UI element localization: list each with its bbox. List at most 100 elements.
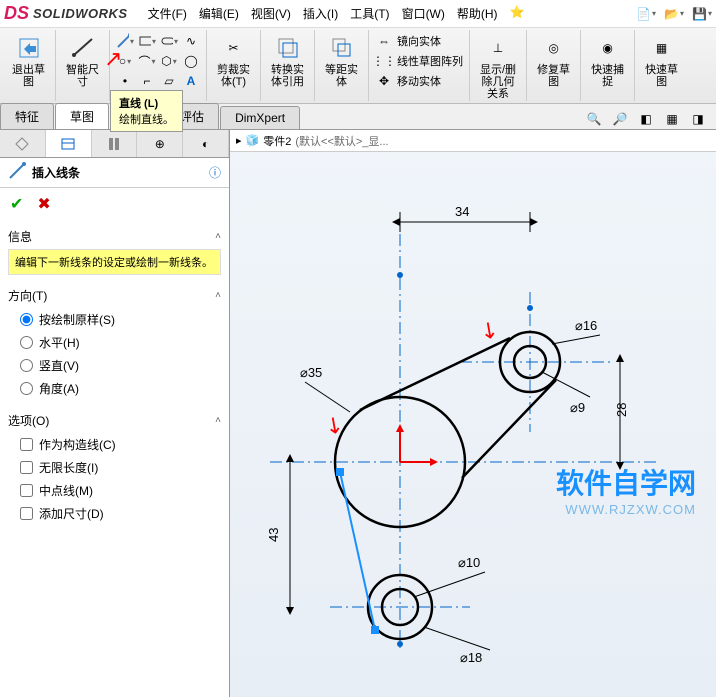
menu-star-icon[interactable]: ⭐: [506, 3, 529, 24]
panel-tab-property[interactable]: [46, 130, 92, 157]
zoom-icon[interactable]: 🔎: [610, 109, 630, 129]
arc-icon[interactable]: ⌒▾: [138, 52, 156, 70]
menu-file[interactable]: 文件(F): [144, 3, 191, 24]
point-icon[interactable]: •: [116, 72, 134, 90]
display-icon[interactable]: ▦: [662, 109, 682, 129]
help-icon[interactable]: ⓘ: [209, 164, 221, 181]
svg-text:⌀9: ⌀9: [570, 400, 585, 415]
solidworks-icon: DS: [4, 3, 29, 24]
graphics-viewport[interactable]: ▸ 🧊 零件2 (默认<<默认>_显...: [230, 130, 716, 697]
show-relations-button[interactable]: ⊥ 显示/删 除几何 关系: [476, 32, 520, 102]
mirror-icon[interactable]: ⇔: [375, 32, 393, 50]
menu-view[interactable]: 视图(V): [247, 3, 295, 24]
text-icon[interactable]: A: [182, 72, 200, 90]
repair-icon: ◎: [540, 34, 568, 62]
ok-button[interactable]: ✔: [10, 194, 23, 214]
panel-title: 插入线条: [32, 164, 80, 181]
expand-icon[interactable]: ▸: [236, 134, 242, 147]
trim-button[interactable]: ✂ 剪裁实 体(T): [213, 32, 254, 90]
direction-header[interactable]: 方向(T)˄: [8, 283, 221, 308]
check-midpoint[interactable]: 中点线(M): [8, 479, 221, 502]
circle-icon[interactable]: ○▾: [116, 52, 134, 70]
title-bar-actions: 📄▾ 📂▾ 💾▾: [636, 4, 712, 24]
app-name: SOLIDWORKS: [33, 6, 128, 21]
svg-text:⌀10: ⌀10: [458, 555, 480, 570]
radio-by-sketch[interactable]: 按绘制原样(S): [8, 308, 221, 331]
breadcrumb-bar: ▸ 🧊 零件2 (默认<<默认>_显...: [230, 130, 716, 152]
section-icon[interactable]: ◧: [636, 109, 656, 129]
move-icon[interactable]: ✥: [375, 72, 393, 90]
snap-icon: ◉: [594, 34, 622, 62]
smart-dimension-button[interactable]: 智能尺 寸: [62, 32, 103, 90]
linear-pattern-icon[interactable]: ⋮⋮: [375, 52, 393, 70]
search-icon[interactable]: 🔍: [584, 109, 604, 129]
fillet-icon[interactable]: ⌐: [138, 72, 156, 90]
plane-icon[interactable]: ▱: [160, 72, 178, 90]
menu-edit[interactable]: 编辑(E): [195, 3, 243, 24]
main-area: ⊕ ◐ 插入线条 ⓘ ✔ ✖ 信息˄ 编辑下一新线条的设定或绘制一新线条。 方向…: [0, 130, 716, 697]
dim-43: 43: [266, 528, 281, 542]
ribbon-trim: ✂ 剪裁实 体(T): [207, 30, 261, 101]
menu-window[interactable]: 窗口(W): [398, 3, 449, 24]
polygon-icon[interactable]: ⬡▾: [160, 52, 178, 70]
info-section: 信息˄ 编辑下一新线条的设定或绘制一新线条。: [0, 220, 229, 279]
menu-tools[interactable]: 工具(T): [346, 3, 393, 24]
view-toolbar: 🔍 🔎 ◧ ▦ ◨: [576, 109, 716, 129]
slot-icon[interactable]: ▾: [160, 32, 178, 50]
dim-28: 28: [614, 403, 629, 417]
line-tooltip: 直线 (L) 绘制直线。: [110, 90, 183, 132]
quick-snap-button[interactable]: ◉ 快速捕 捉: [587, 32, 628, 90]
radio-vertical[interactable]: 竖直(V): [8, 354, 221, 377]
ellipse-icon[interactable]: ◯: [182, 52, 200, 70]
linear-pattern-label[interactable]: 线性草图阵列: [397, 53, 463, 69]
info-header[interactable]: 信息˄: [8, 224, 221, 249]
svg-text:⌀16: ⌀16: [575, 318, 597, 333]
trim-icon: ✂: [220, 34, 248, 62]
tooltip-desc: 绘制直线。: [119, 111, 174, 127]
rectangle-icon[interactable]: ▾: [138, 32, 156, 50]
radio-angle[interactable]: 角度(A): [8, 377, 221, 400]
config-name: (默认<<默认>_显...: [295, 133, 388, 149]
check-construction[interactable]: 作为构造线(C): [8, 433, 221, 456]
ribbon-relations: ⊥ 显示/删 除几何 关系: [470, 30, 527, 101]
panel-actions: ✔ ✖: [0, 188, 229, 220]
menu-help[interactable]: 帮助(H): [453, 3, 502, 24]
convert-icon: [274, 34, 302, 62]
radio-horizontal[interactable]: 水平(H): [8, 331, 221, 354]
part-name[interactable]: 零件2: [263, 133, 291, 149]
new-icon[interactable]: 📄▾: [636, 4, 656, 24]
rapid-sketch-button[interactable]: ▦ 快速草 图: [641, 32, 682, 90]
appearance-icon[interactable]: ◨: [688, 109, 708, 129]
repair-button[interactable]: ◎ 修复草 图: [533, 32, 574, 90]
panel-tab-display[interactable]: ◐: [183, 130, 229, 157]
panel-tab-dimx[interactable]: ⊕: [137, 130, 183, 157]
panel-tab-config[interactable]: [92, 130, 138, 157]
check-infinite[interactable]: 无限长度(I): [8, 456, 221, 479]
tab-sketch[interactable]: 草图: [55, 103, 109, 129]
line-icon[interactable]: ▾: [116, 32, 134, 50]
direction-section: 方向(T)˄ 按绘制原样(S) 水平(H) 竖直(V) 角度(A): [0, 279, 229, 404]
info-text: 编辑下一新线条的设定或绘制一新线条。: [8, 249, 221, 275]
menu-insert[interactable]: 插入(I): [299, 3, 342, 24]
svg-text:⌀18: ⌀18: [460, 650, 482, 665]
save-icon[interactable]: 💾▾: [692, 4, 712, 24]
offset-button[interactable]: 等距实 体: [321, 32, 362, 90]
line-tool-icon: [8, 162, 26, 183]
convert-button[interactable]: 转换实 体引用: [267, 32, 308, 90]
ribbon-snap: ◉ 快速捕 捉: [581, 30, 635, 101]
check-add-dim[interactable]: 添加尺寸(D): [8, 502, 221, 525]
tab-dimxpert[interactable]: DimXpert: [220, 106, 300, 129]
spline-icon[interactable]: ∿: [182, 32, 200, 50]
mirror-label[interactable]: 镜向实体: [397, 33, 441, 49]
tab-features[interactable]: 特征: [0, 103, 54, 129]
exit-sketch-button[interactable]: 退出草 图: [8, 32, 49, 90]
property-panel: ⊕ ◐ 插入线条 ⓘ ✔ ✖ 信息˄ 编辑下一新线条的设定或绘制一新线条。 方向…: [0, 130, 230, 697]
sketch-drawing: 34 28 43 ⌀35 ⌀16 ⌀9 ⌀10 ⌀18 ↘ ↘ 软件自学网: [230, 152, 716, 697]
tooltip-title: 直线 (L): [119, 95, 174, 111]
open-icon[interactable]: 📂▾: [664, 4, 684, 24]
cancel-button[interactable]: ✖: [37, 194, 50, 214]
watermark-line2: WWW.RJZXW.COM: [556, 502, 696, 517]
panel-tab-feature[interactable]: [0, 130, 46, 157]
options-header[interactable]: 选项(O)˄: [8, 408, 221, 433]
move-label[interactable]: 移动实体: [397, 73, 441, 89]
